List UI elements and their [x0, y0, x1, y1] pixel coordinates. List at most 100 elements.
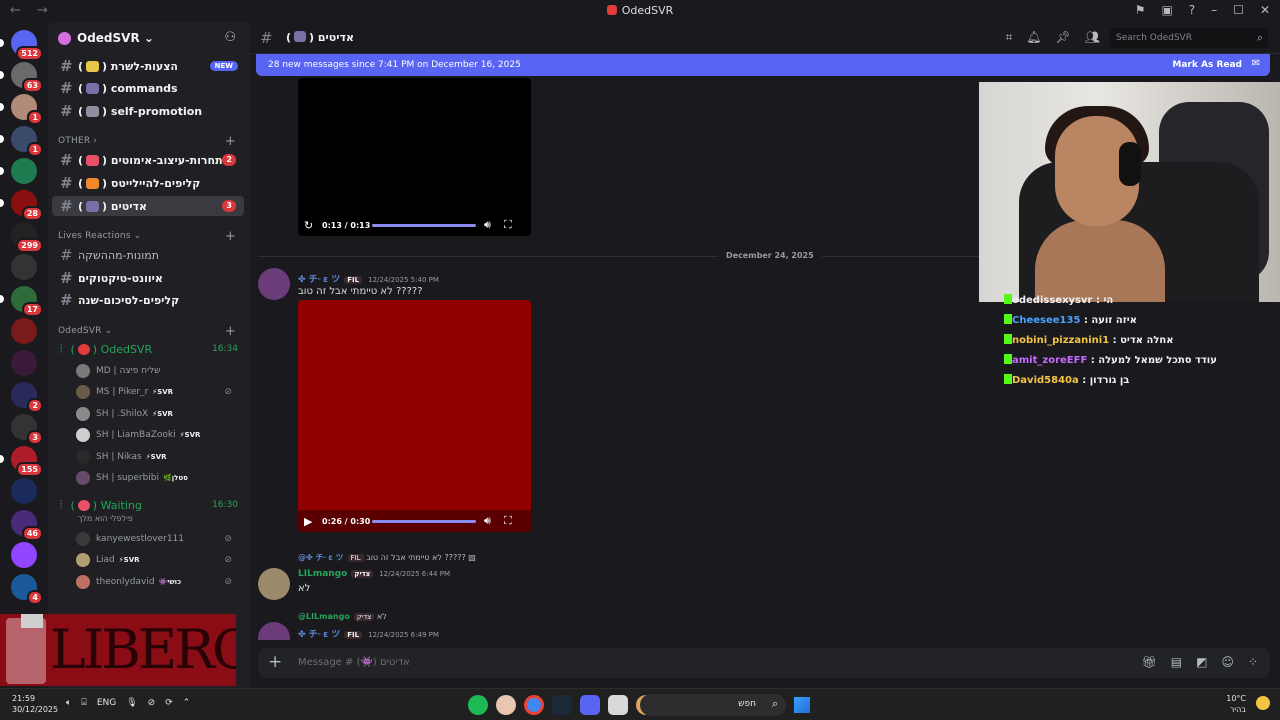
chevron-up-icon[interactable]: ⌃: [183, 698, 191, 708]
username[interactable]: ✤ チ╴ε ツ: [298, 630, 340, 640]
video-player-1[interactable]: ↻ 0:13 / 0:13 🔊︎ ⛶: [298, 78, 531, 236]
windows-start-icon[interactable]: [794, 697, 810, 713]
fullscreen-icon[interactable]: ⛶: [504, 514, 524, 528]
server-icon[interactable]: [11, 478, 37, 504]
steam-icon[interactable]: [552, 695, 572, 715]
voice-user[interactable]: SH | superbibi 🌿סטלן: [76, 469, 242, 487]
category-voice[interactable]: OdedSVR ⌄ +: [58, 324, 240, 339]
files-icon[interactable]: [608, 695, 628, 715]
server-icon[interactable]: 512: [0, 30, 43, 61]
voice-user[interactable]: MS | Piker_r ⚡SVR ⊘: [76, 383, 242, 401]
username[interactable]: ✤ チ╴ε ツ: [298, 275, 340, 285]
server-icon[interactable]: 299: [11, 222, 43, 253]
voice-user[interactable]: theonlydavid 👾כושי ⊘: [76, 573, 242, 591]
video-player-2[interactable]: ▶ 0:26 / 0:30 🔊︎ ⛶: [298, 300, 531, 532]
channel-year-recap-clips[interactable]: # קליפים-לסיכום-שנה: [52, 290, 244, 310]
wifi-off-icon[interactable]: ⊘: [148, 698, 156, 708]
search-input[interactable]: Search OdedSVR ⌕: [1110, 28, 1268, 48]
server-icon[interactable]: 1: [0, 94, 43, 125]
avatar[interactable]: [258, 568, 290, 600]
minimize-button[interactable]: –: [1211, 3, 1217, 17]
channel-highlight-clips[interactable]: #() קליפים-להיילייטס: [52, 173, 244, 193]
server-icon[interactable]: 17: [0, 286, 43, 317]
channel-suggestions[interactable]: #() הצעות-לשרת NEW: [52, 56, 244, 76]
server-icon[interactable]: [11, 254, 37, 280]
channel-edits[interactable]: #() אדיטים 3: [52, 196, 244, 216]
mic-icon[interactable]: 🎙︎: [126, 698, 137, 708]
app-icon[interactable]: [496, 695, 516, 715]
taskbar-search[interactable]: חפש ⌕: [640, 694, 786, 716]
server-icon[interactable]: 63: [0, 62, 43, 93]
fullscreen-icon[interactable]: ⛶: [504, 218, 524, 232]
chrome-icon[interactable]: [524, 695, 544, 715]
voice-user[interactable]: SH | .ShiloX ⚡SVR: [76, 405, 242, 423]
replay-icon[interactable]: ↻: [304, 219, 322, 232]
voice-user[interactable]: Liad ⚡SVR ⊘: [76, 551, 242, 569]
emoji-picker-icon[interactable]: ☺: [1221, 655, 1234, 669]
avatar[interactable]: [258, 622, 290, 640]
channel-emote-contest[interactable]: #() תחרות-עיצוב-אימוטים 2: [52, 150, 244, 170]
voice-user[interactable]: SH | LiamBaZooki ⚡SVR: [76, 426, 242, 444]
clock[interactable]: 21:59 30/12/2025: [12, 693, 58, 715]
spotify-icon[interactable]: [468, 695, 488, 715]
server-icon[interactable]: [11, 350, 37, 376]
message-author[interactable]: LILmango צדיק 12/24/2025 6:44 PM: [298, 569, 450, 579]
server-icon[interactable]: 28: [0, 190, 43, 221]
add-channel-icon[interactable]: +: [225, 134, 236, 149]
voice-user[interactable]: MD | שליח פיצה: [76, 362, 242, 380]
sticker-icon[interactable]: ◩: [1196, 655, 1207, 669]
add-channel-icon[interactable]: +: [225, 324, 236, 339]
discord-icon[interactable]: [580, 695, 600, 715]
maximize-button[interactable]: ☐: [1233, 3, 1244, 17]
screen-icon[interactable]: ▣: [1161, 3, 1172, 17]
server-icon[interactable]: 2: [11, 382, 43, 413]
help-icon[interactable]: ?: [1189, 3, 1195, 17]
voice-channel-odedsvr[interactable]: ⦙() OdedSVR 16:34: [60, 340, 244, 358]
channel-self-promotion[interactable]: #() self-promotion: [52, 101, 244, 121]
video-progress[interactable]: [372, 223, 476, 227]
voice-user[interactable]: SH | Nikas ⚡SVR: [76, 448, 242, 466]
gift-icon[interactable]: 🎁︎: [1142, 655, 1157, 669]
category-other[interactable]: OTHER › +: [58, 134, 240, 149]
channel-commands[interactable]: #() commands: [52, 78, 244, 98]
voice-user[interactable]: kanyewestlover111 ⊘: [76, 530, 242, 548]
weather-widget[interactable]: 10°C בהיר: [1226, 693, 1246, 715]
attach-icon[interactable]: +: [268, 652, 282, 672]
server-icon[interactable]: 4: [11, 574, 43, 605]
message-composer[interactable]: + Message # (👾) אדיטים 🎁︎ ▤ ◩ ☺ ⁘: [258, 648, 1270, 678]
username[interactable]: LILmango: [298, 569, 347, 579]
play-icon[interactable]: ▶: [304, 515, 322, 528]
network-icon[interactable]: ⌸: [81, 698, 86, 708]
inbox-icon[interactable]: ⚑: [1135, 3, 1146, 17]
threads-icon[interactable]: ⌗: [1006, 30, 1013, 45]
channel-tiktok-event[interactable]: # איוונט-טיקטוקים: [52, 268, 244, 288]
server-icon[interactable]: 3: [11, 414, 43, 445]
new-messages-bar[interactable]: 28 new messages since 7:41 PM on Decembe…: [256, 54, 1270, 76]
gif-icon[interactable]: ▤: [1171, 655, 1182, 669]
volume-icon[interactable]: 🔊︎: [484, 218, 504, 232]
channel-launch-photos[interactable]: # תמונות-מההשקה: [52, 245, 244, 265]
category-lives-reactions[interactable]: Lives Reactions ⌄ +: [58, 229, 240, 244]
reply-preview[interactable]: @✤ チ╴ε ツ FIL לא טיימתי אבל זה טוב ????? ▨: [298, 552, 476, 563]
apps-icon[interactable]: ⁘: [1248, 655, 1258, 669]
server-icon[interactable]: [11, 542, 37, 568]
speaker-icon[interactable]: 🔈︎: [66, 698, 71, 708]
close-button[interactable]: ✕: [1260, 3, 1270, 17]
volume-icon[interactable]: 🔊︎: [484, 514, 504, 528]
add-channel-icon[interactable]: +: [225, 229, 236, 244]
message-author[interactable]: ✤ チ╴ε ツ FIL 12/24/2025 5:40 PM: [298, 272, 439, 285]
avatar[interactable]: [258, 268, 290, 300]
language-indicator[interactable]: ENG: [97, 698, 116, 708]
reply-preview[interactable]: @LILmango צדיק לא: [298, 612, 387, 621]
server-icon[interactable]: 1: [0, 126, 43, 157]
server-icon[interactable]: [11, 318, 37, 344]
message-author[interactable]: ✤ チ╴ε ツ FIL 12/24/2025 6:49 PM: [298, 627, 439, 640]
video-progress[interactable]: [372, 519, 476, 523]
server-icon[interactable]: 155: [0, 446, 43, 477]
server-icon[interactable]: [0, 158, 37, 184]
server-icon[interactable]: 46: [11, 510, 43, 541]
mark-as-read-button[interactable]: Mark As Read: [1172, 60, 1242, 70]
guild-header[interactable]: OdedSVR ⌄ ⚇: [48, 22, 250, 54]
bell-icon[interactable]: 🔔︎: [1026, 30, 1041, 45]
invite-icon[interactable]: ⚇: [224, 30, 236, 45]
